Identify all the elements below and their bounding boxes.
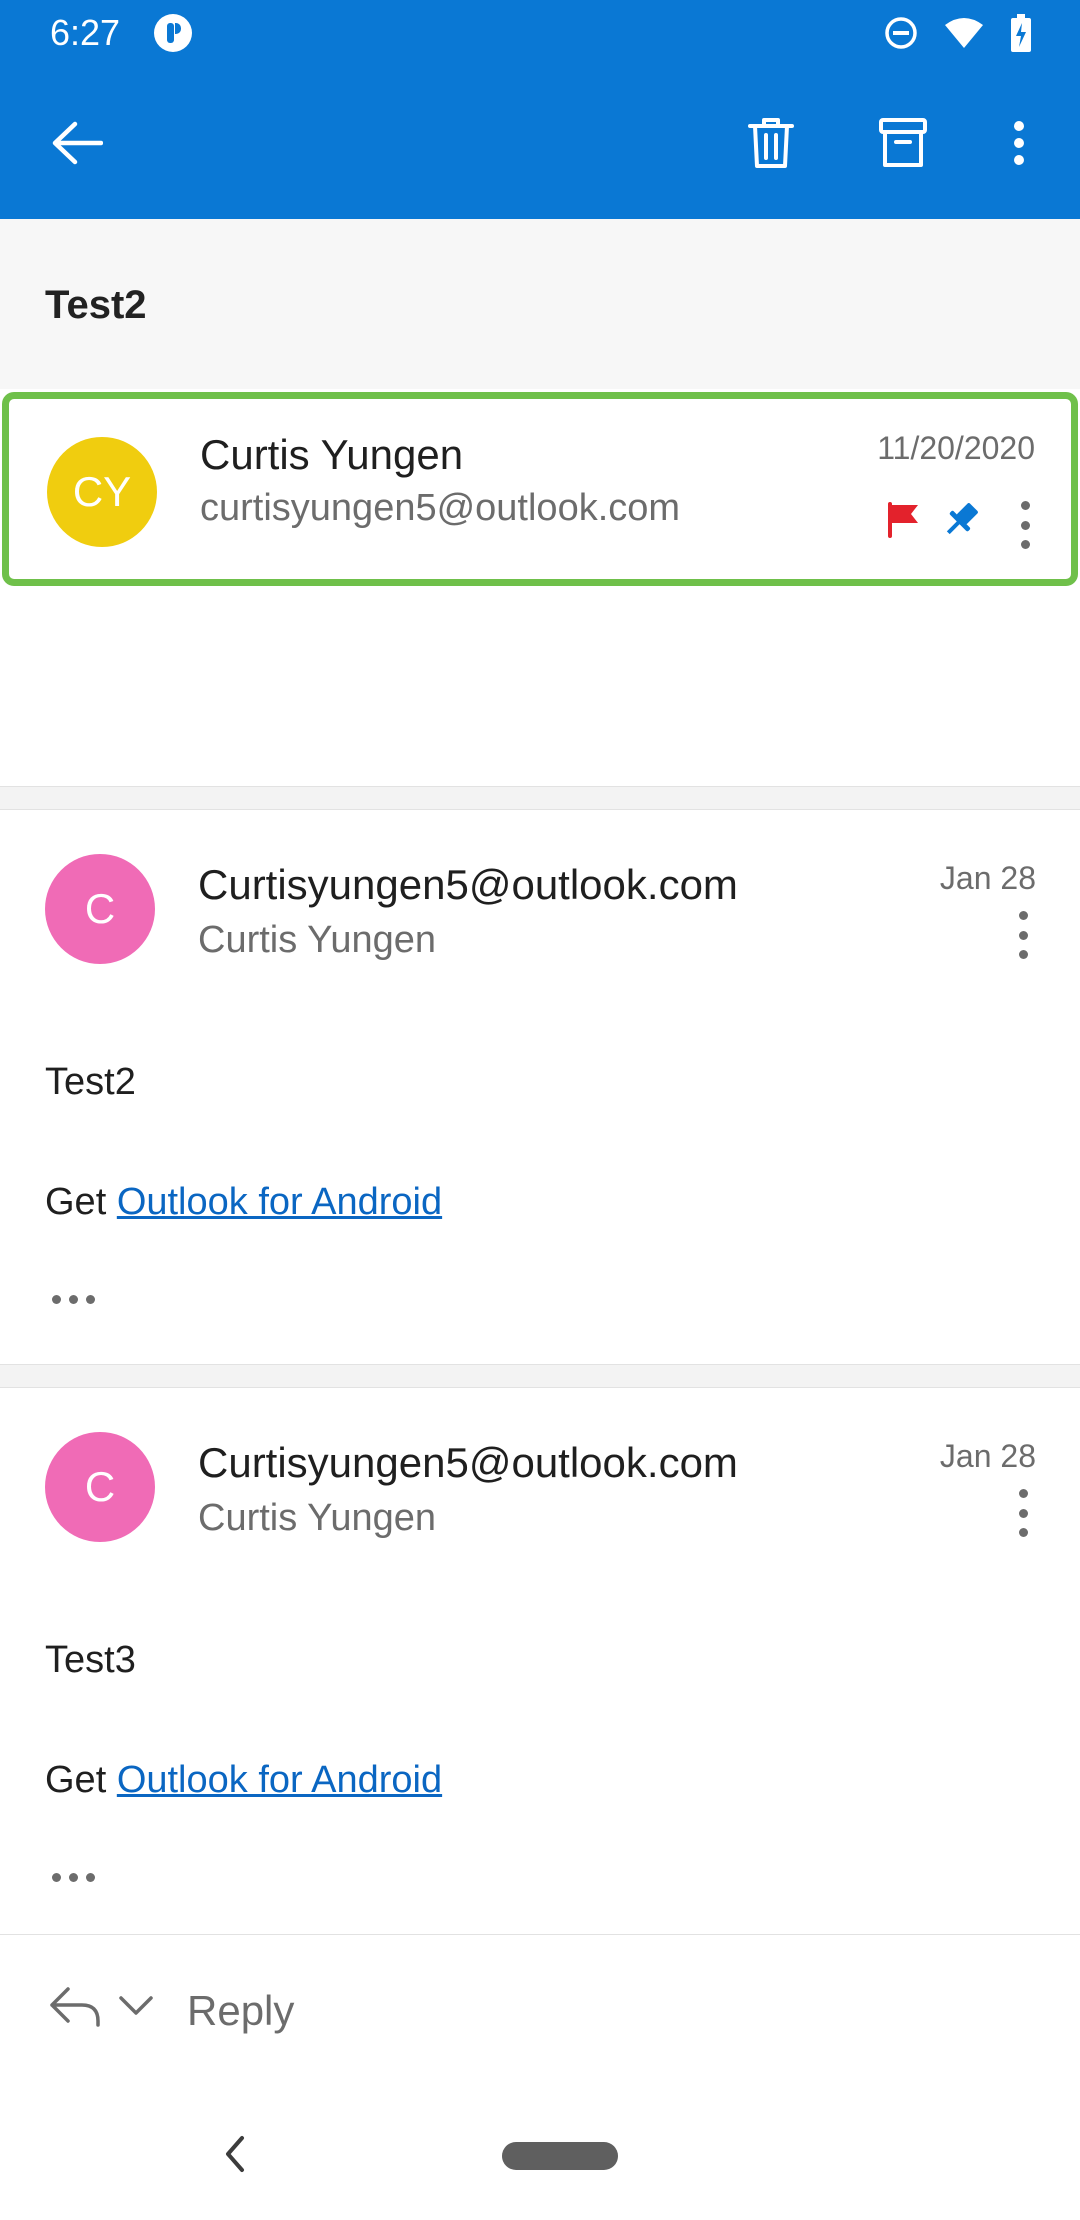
message-signature: Get Outlook for Android	[45, 1759, 442, 1802]
battery-charging-icon	[1011, 14, 1031, 52]
sender-name-secondary: Curtis Yungen	[198, 919, 437, 961]
status-time: 6:27	[50, 12, 121, 53]
wifi-icon	[945, 18, 983, 48]
message-more-button[interactable]	[1005, 495, 1045, 555]
nav-home-pill[interactable]	[502, 2142, 618, 2170]
show-quoted-text-button[interactable]	[52, 1295, 95, 1304]
pin-icon	[946, 503, 978, 535]
status-icons	[884, 14, 1032, 52]
sender-name: Curtisyungen5@outlook.com	[198, 861, 738, 908]
flag-icon	[888, 502, 918, 538]
outlook-for-android-link[interactable]: Outlook for Android	[117, 1181, 442, 1223]
avatar-initials: C	[84, 885, 116, 932]
system-nav-bar	[0, 2084, 1080, 2220]
message-divider	[0, 786, 1080, 810]
delete-button[interactable]	[734, 106, 808, 180]
back-button[interactable]	[40, 106, 114, 180]
avatar-initials: CY	[72, 468, 132, 515]
reply-label[interactable]: Reply	[187, 1987, 294, 2035]
subject-header: Test2	[0, 219, 1080, 389]
signature-prefix: Get	[45, 1759, 107, 1801]
app-bar	[0, 66, 1080, 219]
avatar: CY	[47, 437, 157, 547]
message-more-button[interactable]	[1003, 1483, 1043, 1543]
sender-name: Curtis Yungen	[200, 431, 464, 478]
message-signature: Get Outlook for Android	[45, 1181, 442, 1224]
message-header-collapsed[interactable]: CY Curtis Yungen curtisyungen5@outlook.c…	[2, 392, 1078, 586]
message-date: Jan 28	[939, 1438, 1036, 1474]
sender-email: curtisyungen5@outlook.com	[200, 487, 681, 529]
chevron-down-icon[interactable]	[118, 1995, 154, 2017]
avatar-initials: C	[84, 1463, 116, 1510]
status-bar: 6:27	[0, 0, 1080, 66]
message-date: 11/20/2020	[877, 430, 1035, 466]
do-not-disturb-icon	[885, 17, 917, 49]
sender-name: Curtisyungen5@outlook.com	[198, 1439, 738, 1486]
avatar: C	[45, 1432, 155, 1542]
more-vert-icon	[1014, 121, 1024, 165]
message-body: Test2	[45, 1061, 136, 1103]
archive-icon	[879, 118, 927, 167]
message-more-button[interactable]	[1003, 905, 1043, 965]
outlook-for-android-link[interactable]: Outlook for Android	[117, 1759, 442, 1801]
more-options-button[interactable]	[982, 106, 1056, 180]
show-quoted-text-button[interactable]	[52, 1873, 95, 1882]
thread-subject: Test2	[45, 283, 147, 327]
reply-icon[interactable]	[48, 1985, 102, 2029]
app-notification-icon	[154, 14, 192, 52]
back-arrow-icon	[52, 121, 103, 165]
sender-name-secondary: Curtis Yungen	[198, 1497, 437, 1539]
nav-back-icon[interactable]	[222, 2134, 246, 2174]
avatar: C	[45, 854, 155, 964]
reply-bar[interactable]: Reply	[0, 1934, 1080, 2084]
trash-icon	[748, 118, 794, 168]
message-body: Test3	[45, 1639, 136, 1681]
archive-button[interactable]	[866, 106, 940, 180]
message-date: Jan 28	[939, 860, 1036, 896]
signature-prefix: Get	[45, 1181, 107, 1223]
message-divider	[0, 1364, 1080, 1388]
